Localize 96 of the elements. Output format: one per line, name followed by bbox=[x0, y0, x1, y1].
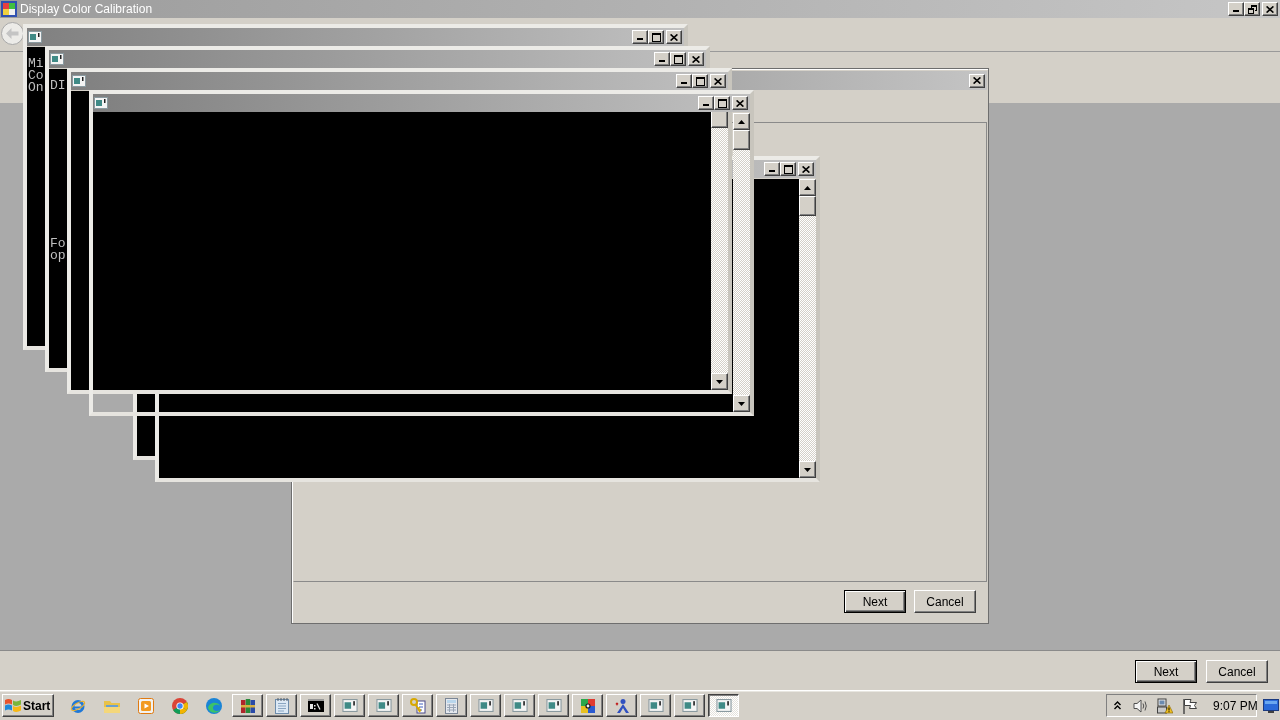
network-warning-icon[interactable] bbox=[1157, 697, 1173, 714]
maximize-button[interactable] bbox=[670, 52, 686, 66]
cancel-button[interactable]: Cancel bbox=[914, 590, 976, 613]
window-icon bbox=[94, 97, 108, 109]
scroll-up-button[interactable] bbox=[799, 179, 816, 196]
restore-button[interactable] bbox=[1244, 2, 1260, 16]
play-icon[interactable] bbox=[138, 697, 154, 714]
clock-time: 9:07 PM bbox=[1213, 699, 1258, 712]
scrollbar[interactable] bbox=[799, 179, 816, 478]
scroll-up-button[interactable] bbox=[733, 113, 750, 130]
window-icon bbox=[375, 699, 392, 712]
window-icon bbox=[647, 699, 664, 712]
scrollbar[interactable] bbox=[733, 113, 750, 412]
scroll-thumb[interactable] bbox=[733, 130, 750, 150]
maximize-button[interactable] bbox=[692, 74, 708, 88]
console-line: On bbox=[28, 82, 44, 94]
close-icon bbox=[714, 77, 722, 85]
window-icon bbox=[545, 699, 562, 712]
scroll-down-button[interactable] bbox=[799, 461, 816, 478]
minimize-icon bbox=[681, 82, 687, 84]
speaker-icon[interactable] bbox=[1133, 698, 1149, 713]
minimize-button[interactable] bbox=[1228, 2, 1244, 16]
caret-up-icon bbox=[738, 119, 745, 124]
close-button[interactable] bbox=[688, 52, 704, 66]
close-icon bbox=[736, 99, 744, 107]
maximize-icon bbox=[651, 32, 661, 42]
caret-down-icon bbox=[716, 379, 723, 384]
minimize-icon bbox=[1233, 10, 1239, 12]
caret-down-icon bbox=[804, 467, 811, 472]
books-icon bbox=[239, 697, 256, 714]
caret-up-icon bbox=[804, 185, 811, 190]
segmented-circle-icon[interactable] bbox=[172, 697, 188, 714]
console-line: DI bbox=[50, 80, 66, 92]
quad-tiles-icon bbox=[579, 697, 596, 714]
show-desktop-button[interactable] bbox=[1263, 697, 1279, 714]
console-line: Co bbox=[28, 70, 44, 82]
orbit-ring-icon[interactable] bbox=[70, 697, 86, 714]
console-line: op bbox=[50, 250, 66, 262]
maximize-icon bbox=[695, 76, 705, 86]
minimize-icon bbox=[769, 170, 775, 172]
close-button[interactable] bbox=[666, 30, 682, 44]
close-button[interactable] bbox=[1262, 2, 1278, 16]
minimize-icon bbox=[637, 38, 643, 40]
maximize-icon bbox=[783, 164, 793, 174]
minimize-icon bbox=[659, 60, 665, 62]
close-icon bbox=[973, 77, 981, 84]
close-icon bbox=[692, 55, 700, 63]
scroll-down-button[interactable] bbox=[733, 395, 750, 412]
maximize-button[interactable] bbox=[714, 96, 730, 110]
window-icon bbox=[341, 699, 358, 712]
start-button[interactable]: Start bbox=[2, 694, 54, 717]
swirl-icon[interactable] bbox=[206, 697, 222, 714]
close-button[interactable] bbox=[969, 73, 985, 88]
monitor-icon bbox=[1263, 697, 1279, 714]
close-button[interactable] bbox=[732, 96, 748, 110]
close-button[interactable] bbox=[710, 74, 726, 88]
taskbar-button[interactable] bbox=[708, 694, 739, 717]
caret-down-icon bbox=[738, 401, 745, 406]
minimize-button[interactable] bbox=[698, 96, 714, 110]
next-button[interactable]: Next bbox=[844, 590, 906, 613]
wavy-flag-icon bbox=[5, 698, 21, 713]
window-title: Display Color Calibration bbox=[20, 3, 153, 15]
close-icon bbox=[802, 165, 810, 173]
scroll-down-button[interactable] bbox=[711, 373, 728, 390]
restore-icon bbox=[1247, 4, 1257, 14]
minimize-button[interactable] bbox=[676, 74, 692, 88]
maximize-icon bbox=[673, 54, 683, 64]
scroll-thumb[interactable] bbox=[799, 196, 816, 216]
minimize-button[interactable] bbox=[764, 162, 780, 176]
notepad-icon bbox=[274, 697, 289, 714]
maximize-icon bbox=[717, 98, 727, 108]
close-button[interactable] bbox=[798, 162, 814, 176]
calculator-icon bbox=[445, 697, 458, 714]
window-icon bbox=[477, 699, 494, 712]
terminal-icon bbox=[307, 699, 324, 712]
maximize-button[interactable] bbox=[780, 162, 796, 176]
minimize-button[interactable] bbox=[632, 30, 648, 44]
window-icon bbox=[681, 699, 698, 712]
close-icon bbox=[670, 33, 678, 41]
chevrons-up-icon[interactable] bbox=[1114, 701, 1121, 710]
minimize-button[interactable] bbox=[654, 52, 670, 66]
console-line: Fo bbox=[50, 238, 66, 250]
figure-icon bbox=[613, 697, 630, 714]
key-icon bbox=[409, 697, 426, 714]
console-line: Mi bbox=[28, 58, 44, 70]
close-icon bbox=[1266, 5, 1274, 13]
window-icon bbox=[72, 75, 86, 87]
flag-icon[interactable] bbox=[1182, 697, 1198, 714]
window-icon bbox=[50, 53, 64, 65]
tile-grid-icon bbox=[1, 1, 17, 17]
maximize-button[interactable] bbox=[648, 30, 664, 44]
window-icon bbox=[715, 699, 732, 712]
window-icon bbox=[28, 31, 42, 43]
window-icon bbox=[511, 699, 528, 712]
cancel-button[interactable]: Cancel bbox=[1206, 660, 1268, 683]
next-button[interactable]: Next bbox=[1135, 660, 1197, 683]
